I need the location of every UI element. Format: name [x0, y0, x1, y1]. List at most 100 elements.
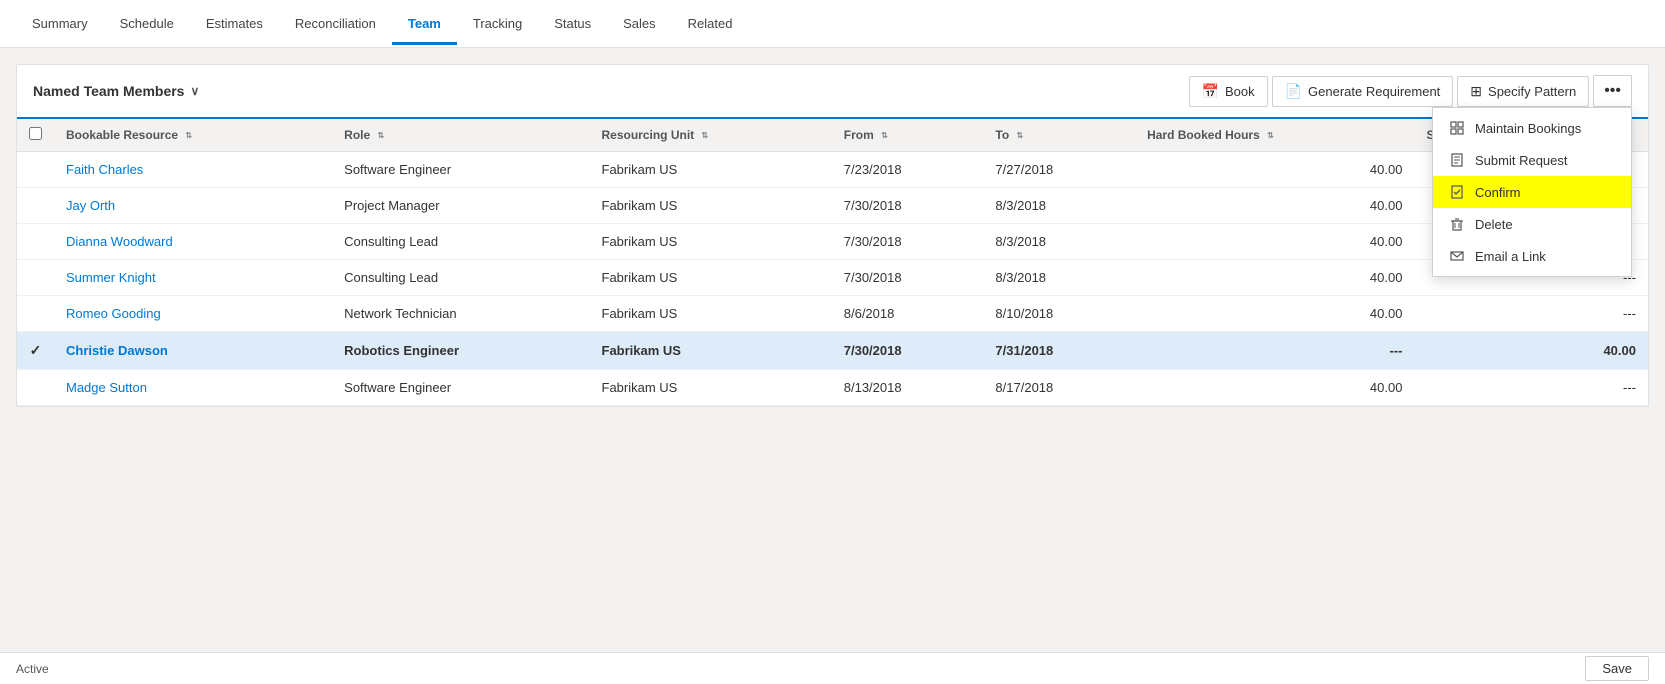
row-resource[interactable]: Romeo Gooding [54, 296, 332, 332]
row-hard-hours: 40.00 [1135, 370, 1414, 406]
row-role: Consulting Lead [332, 224, 589, 260]
confirm-label: Confirm [1475, 185, 1521, 200]
row-hard-hours: --- [1135, 332, 1414, 370]
resource-link[interactable]: Christie Dawson [66, 343, 168, 358]
row-resource[interactable]: Faith Charles [54, 152, 332, 188]
resource-link[interactable]: Madge Sutton [66, 380, 147, 395]
chevron-down-icon[interactable]: ∨ [190, 84, 199, 98]
sort-hard-hours-icon[interactable]: ⇅ [1267, 131, 1274, 140]
row-role: Network Technician [332, 296, 589, 332]
row-unit: Fabrikam US [590, 370, 832, 406]
row-unit: Fabrikam US [590, 332, 832, 370]
sort-from-icon[interactable]: ⇅ [881, 131, 888, 140]
table-body: Faith CharlesSoftware EngineerFabrikam U… [17, 152, 1648, 406]
row-resource[interactable]: Dianna Woodward [54, 224, 332, 260]
save-button[interactable]: Save [1585, 656, 1649, 681]
nav-schedule[interactable]: Schedule [104, 2, 190, 45]
row-check-cell [17, 152, 54, 188]
book-button[interactable]: 📅 Book [1189, 76, 1268, 107]
row-hard-hours: 40.00 [1135, 152, 1414, 188]
col-header-check [17, 119, 54, 152]
row-to: 7/31/2018 [983, 332, 1135, 370]
team-members-panel: Named Team Members ∨ 📅 Book 📄 Generate R… [16, 64, 1649, 407]
context-submit-request[interactable]: Submit Request [1433, 144, 1631, 176]
row-from: 8/6/2018 [832, 296, 984, 332]
nav-team[interactable]: Team [392, 2, 457, 45]
row-unit: Fabrikam US [590, 152, 832, 188]
generate-requirement-button[interactable]: 📄 Generate Requirement [1272, 76, 1454, 107]
context-email-link[interactable]: Email a Link [1433, 240, 1631, 272]
specify-pattern-label: Specify Pattern [1488, 84, 1576, 99]
nav-status[interactable]: Status [538, 2, 607, 45]
row-unit: Fabrikam US [590, 260, 832, 296]
top-navigation: Summary Schedule Estimates Reconciliatio… [0, 0, 1665, 48]
table-container: Bookable Resource ⇅ Role ⇅ Resourcing Un… [17, 119, 1648, 406]
table-row[interactable]: ✓ Christie Dawson Robotics EngineerFabrika… [17, 332, 1648, 370]
row-soft-hours: --- [1414, 296, 1648, 332]
more-button[interactable]: ••• [1593, 75, 1632, 107]
row-resource[interactable]: Madge Sutton [54, 370, 332, 406]
table-row[interactable]: Madge Sutton Software EngineerFabrikam US… [17, 370, 1648, 406]
col-header-unit: Resourcing Unit ⇅ [590, 119, 832, 152]
table-row[interactable]: Jay OrthProject ManagerFabrikam US7/30/2… [17, 188, 1648, 224]
row-resource[interactable]: Jay Orth [54, 188, 332, 224]
resource-link[interactable]: Romeo Gooding [66, 306, 161, 321]
row-to: 8/3/2018 [983, 188, 1135, 224]
col-header-hard-hours: Hard Booked Hours ⇅ [1135, 119, 1414, 152]
row-from: 7/30/2018 [832, 188, 984, 224]
col-role-label: Role [344, 128, 370, 142]
panel-actions: 📅 Book 📄 Generate Requirement ⊞ Specify … [1189, 75, 1632, 107]
resource-link[interactable]: Jay Orth [66, 198, 115, 213]
row-soft-hours: 40.00 [1414, 332, 1648, 370]
doc-icon [1449, 152, 1465, 168]
sort-role-icon[interactable]: ⇅ [378, 131, 385, 140]
requirement-icon: 📄 [1285, 83, 1302, 100]
row-role: Software Engineer [332, 370, 589, 406]
row-resource[interactable]: Christie Dawson [54, 332, 332, 370]
nav-sales[interactable]: Sales [607, 2, 672, 45]
resource-link[interactable]: Faith Charles [66, 162, 143, 177]
row-from: 7/30/2018 [832, 224, 984, 260]
col-resource-label: Bookable Resource [66, 128, 178, 142]
specify-pattern-button[interactable]: ⊞ Specify Pattern [1457, 76, 1589, 107]
resource-link[interactable]: Summer Knight [66, 270, 156, 285]
col-header-resource: Bookable Resource ⇅ [54, 119, 332, 152]
row-role: Software Engineer [332, 152, 589, 188]
status-bar: Active Save [0, 652, 1665, 684]
nav-tracking[interactable]: Tracking [457, 2, 538, 45]
main-content: Named Team Members ∨ 📅 Book 📄 Generate R… [0, 48, 1665, 652]
row-role: Consulting Lead [332, 260, 589, 296]
nav-estimates[interactable]: Estimates [190, 2, 279, 45]
nav-related[interactable]: Related [672, 2, 749, 45]
row-hard-hours: 40.00 [1135, 188, 1414, 224]
table-row[interactable]: Romeo GoodingNetwork TechnicianFabrikam … [17, 296, 1648, 332]
table-row[interactable]: Summer Knight Consulting LeadFabrikam US7… [17, 260, 1648, 296]
row-hard-hours: 40.00 [1135, 260, 1414, 296]
row-check-cell [17, 224, 54, 260]
check-doc-icon [1449, 184, 1465, 200]
context-maintain-bookings[interactable]: Maintain Bookings [1433, 112, 1631, 144]
sort-unit-icon[interactable]: ⇅ [702, 131, 709, 140]
email-icon [1449, 248, 1465, 264]
row-to: 8/3/2018 [983, 260, 1135, 296]
context-confirm[interactable]: Confirm [1433, 176, 1631, 208]
table-header: Bookable Resource ⇅ Role ⇅ Resourcing Un… [17, 119, 1648, 152]
col-header-role: Role ⇅ [332, 119, 589, 152]
row-check-cell: ✓ [17, 332, 54, 370]
context-delete[interactable]: Delete [1433, 208, 1631, 240]
row-role: Robotics Engineer [332, 332, 589, 370]
nav-summary[interactable]: Summary [16, 2, 104, 45]
row-resource[interactable]: Summer Knight [54, 260, 332, 296]
row-from: 7/30/2018 [832, 260, 984, 296]
col-header-from: From ⇅ [832, 119, 984, 152]
maintain-bookings-label: Maintain Bookings [1475, 121, 1581, 136]
nav-reconciliation[interactable]: Reconciliation [279, 2, 392, 45]
table-row[interactable]: Dianna WoodwardConsulting LeadFabrikam U… [17, 224, 1648, 260]
table-row[interactable]: Faith Charles Software EngineerFabrikam U… [17, 152, 1648, 188]
resource-link[interactable]: Dianna Woodward [66, 234, 173, 249]
sort-to-icon[interactable]: ⇅ [1017, 131, 1024, 140]
select-all-checkbox[interactable] [29, 127, 42, 140]
col-from-label: From [844, 128, 874, 142]
row-hard-hours: 40.00 [1135, 296, 1414, 332]
sort-resource-icon[interactable]: ⇅ [185, 131, 192, 140]
